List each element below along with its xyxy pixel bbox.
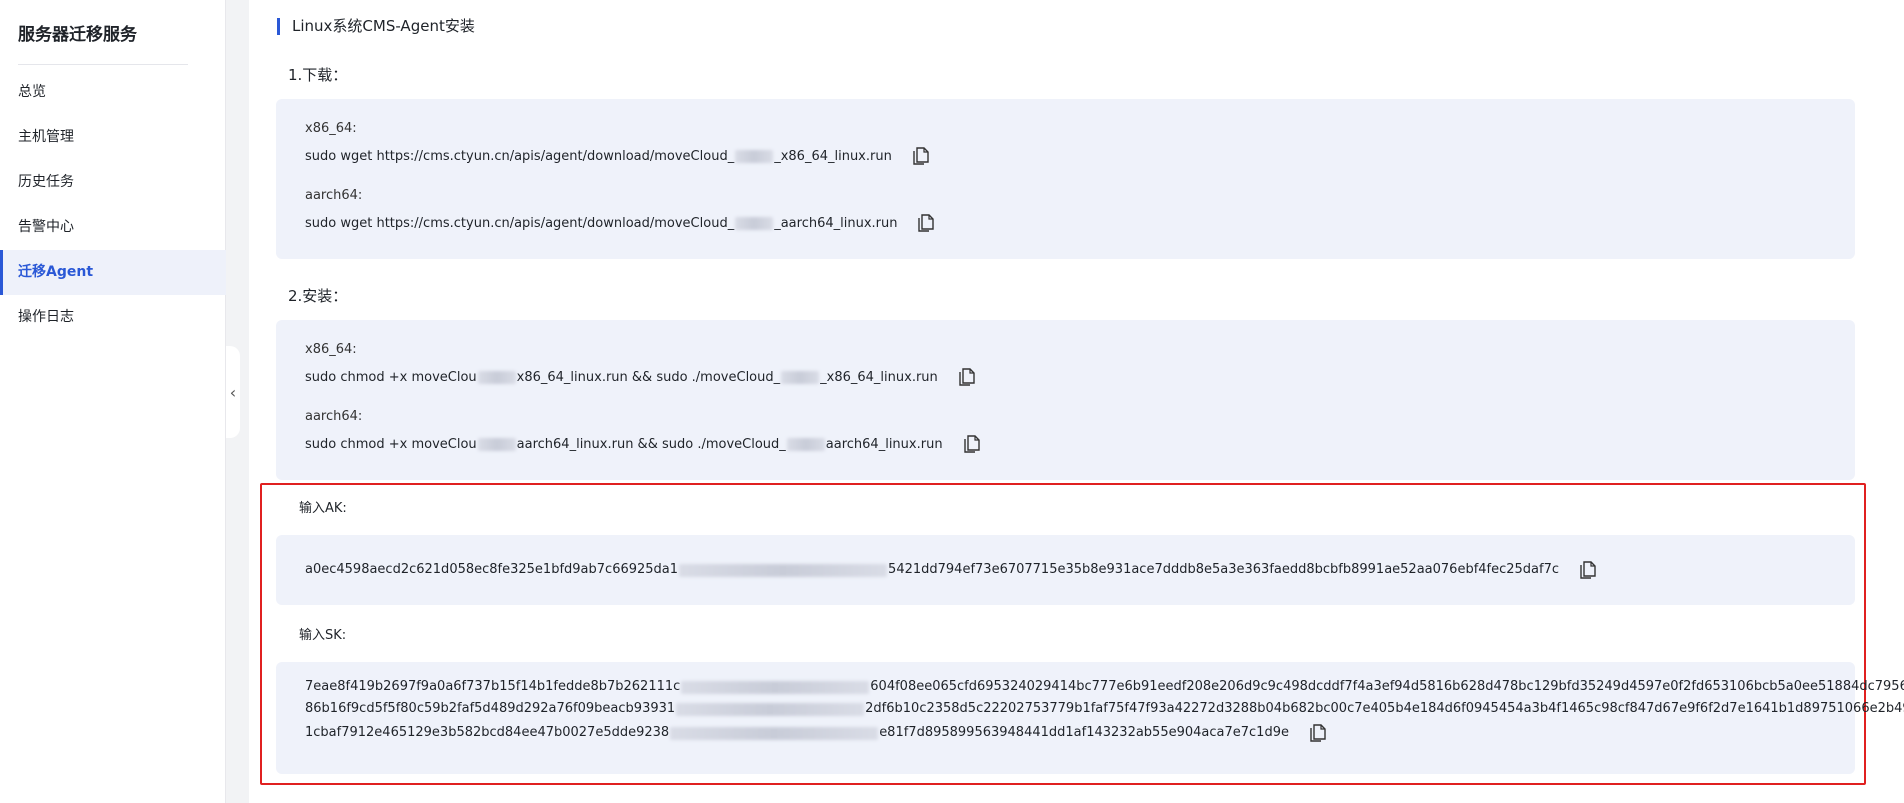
sidebar-item-host-management[interactable]: 主机管理 <box>0 115 226 160</box>
ak-value: a0ec4598aecd2c621d058ec8fe325e1bfd9ab7c6… <box>305 559 1599 581</box>
command-text: sudo chmod +x moveClou <box>305 436 477 452</box>
download-arm-command: sudo wget https://cms.ctyun.cn/apis/agen… <box>305 212 937 234</box>
sk-value-line: 86b16f9cd5f5f80c59b2faf5d489d292a76f09be… <box>305 698 1904 720</box>
copy-icon[interactable] <box>956 366 978 388</box>
sk-panel: 7eae8f419b2697f9a0a6f737b15f14b1fedde8b7… <box>276 662 1904 774</box>
sidebar-collapse-button[interactable]: ‹ <box>226 346 240 438</box>
sidebar-item-overview[interactable]: 总览 <box>0 70 226 115</box>
copy-icon[interactable] <box>910 145 932 167</box>
copy-icon[interactable] <box>961 433 983 455</box>
install-step-title: 2.安装： <box>288 287 348 305</box>
command-text: aarch64_linux.run && sudo ./moveCloud_ <box>516 436 786 452</box>
command-text: _aarch64_linux.run <box>774 215 898 231</box>
sidebar-title: 服务器迁移服务 <box>18 25 137 45</box>
sk-text: 2df6b10c2358d5c22202753779b1faf75f47f93a… <box>865 701 1904 716</box>
sidebar-nav: 总览 主机管理 历史任务 告警中心 迁移Agent 操作日志 <box>0 70 226 340</box>
command-text: sudo wget https://cms.ctyun.cn/apis/agen… <box>305 215 735 231</box>
sidebar-item-history-tasks[interactable]: 历史任务 <box>0 160 226 205</box>
ak-label: 输入AK: <box>299 501 347 516</box>
command-text: aarch64_linux.run <box>825 436 943 452</box>
install-arm-label: aarch64: <box>305 409 363 424</box>
redacted-key <box>670 726 879 740</box>
sidebar-item-migration-agent[interactable]: 迁移Agent <box>0 250 226 295</box>
command-text: sudo wget https://cms.ctyun.cn/apis/agen… <box>305 148 735 164</box>
redacted-key <box>679 563 888 577</box>
download-arm-label: aarch64: <box>305 188 363 203</box>
sidebar-item-alert-center[interactable]: 告警中心 <box>0 205 226 250</box>
chevron-left-icon: ‹ <box>229 382 237 402</box>
sk-label: 输入SK: <box>299 628 347 643</box>
download-x86-label: x86_64: <box>305 121 357 136</box>
sk-value-line: 7eae8f419b2697f9a0a6f737b15f14b1fedde8b7… <box>305 676 1904 698</box>
copy-icon[interactable] <box>915 212 937 234</box>
sk-text: 1cbaf7912e465129e3b582bcd84ee47b0027e5dd… <box>305 725 670 740</box>
section-title: Linux系统CMS-Agent安装 <box>277 18 475 35</box>
command-text: _x86_64_linux.run <box>820 369 938 385</box>
redacted-key <box>681 680 870 694</box>
redacted-version <box>477 437 516 451</box>
redacted-version <box>781 370 820 384</box>
install-x86-command: sudo chmod +x moveClou x86_64_linux.run … <box>305 366 978 388</box>
copy-icon[interactable] <box>1577 559 1599 581</box>
sidebar-divider <box>18 64 188 65</box>
sk-text: 604f08ee065cfd695324029414bc777e6b91eedf… <box>870 679 1904 694</box>
command-text: sudo chmod +x moveClou <box>305 369 477 385</box>
redacted-version <box>786 437 825 451</box>
download-x86-command: sudo wget https://cms.ctyun.cn/apis/agen… <box>305 145 932 167</box>
download-step-title: 1.下载： <box>288 66 348 84</box>
sidebar-item-operation-log[interactable]: 操作日志 <box>0 295 226 340</box>
command-text: _x86_64_linux.run <box>774 148 892 164</box>
main-content: Linux系统CMS-Agent安装 1.下载： x86_64: sudo wg… <box>249 0 1904 803</box>
download-panel: x86_64: sudo wget https://cms.ctyun.cn/a… <box>276 99 1855 259</box>
ak-panel: a0ec4598aecd2c621d058ec8fe325e1bfd9ab7c6… <box>276 535 1855 605</box>
ak-text: 5421dd794ef73e6707715e35b8e931ace7dddb8e… <box>888 562 1560 577</box>
redacted-key <box>676 702 865 716</box>
redacted-version <box>735 216 774 230</box>
sk-text: e81f7d895899563948441dd1af143232ab55e904… <box>879 725 1289 740</box>
copy-icon[interactable] <box>1307 722 1329 744</box>
redacted-version <box>735 149 774 163</box>
sk-text: 7eae8f419b2697f9a0a6f737b15f14b1fedde8b7… <box>305 679 681 694</box>
sk-value-line: 1cbaf7912e465129e3b582bcd84ee47b0027e5dd… <box>305 722 1329 744</box>
sk-text: 86b16f9cd5f5f80c59b2faf5d489d292a76f09be… <box>305 701 676 716</box>
ak-text: a0ec4598aecd2c621d058ec8fe325e1bfd9ab7c6… <box>305 562 679 577</box>
install-panel: x86_64: sudo chmod +x moveClou x86_64_li… <box>276 320 1855 480</box>
install-x86-label: x86_64: <box>305 342 357 357</box>
install-arm-command: sudo chmod +x moveClou aarch64_linux.run… <box>305 433 983 455</box>
sidebar: 服务器迁移服务 总览 主机管理 历史任务 告警中心 迁移Agent 操作日志 <box>0 0 226 803</box>
redacted-version <box>477 370 516 384</box>
command-text: x86_64_linux.run && sudo ./moveCloud_ <box>516 369 781 385</box>
